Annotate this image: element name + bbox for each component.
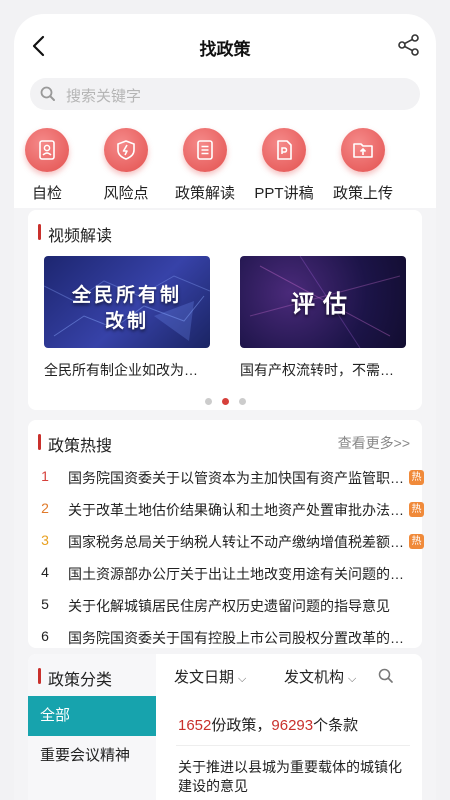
hot-badge: 热 [409,502,424,517]
video-section-title: 视频解读 [38,222,112,246]
policy-count: 1652 [178,717,212,734]
page-title: 找政策 [199,40,251,59]
search-placeholder: 搜索关键字 [66,88,142,105]
video-card[interactable]: 全民所有制 改制 全民所有制企业如改为有限责任公司… [44,256,210,380]
video-thumbnail: 全民所有制 改制 [44,256,210,348]
rank-number: 1 [41,468,49,484]
quick-action-upload[interactable]: 政策上传 [323,128,403,203]
quick-actions: 自检 风险点 政策解读 PPT讲稿 政策上传 [14,120,436,208]
video-thumb-subtitle: 改制 [104,311,149,332]
view-more-link[interactable]: 查看更多>> [338,433,410,453]
share-icon [398,34,419,56]
hot-item-text: 国家税务总局关于纳税人转让不动产缴纳增值税差额扣除有关问题 [68,534,404,550]
video-thumbnail: 评估 [240,256,406,348]
category-title: 政策分类 [38,666,112,690]
filter-agency-label: 发文机构 [284,669,345,686]
video-section: 视频解读 全民所有制 改制 全民所有制企业如改为有限责任公司… [28,210,422,410]
carousel-dot-active[interactable] [221,398,229,405]
document-list-icon [197,140,213,160]
carousel-indicator [28,392,422,410]
policy-stats: 1652份政策，96293个条款 [178,717,359,734]
top-bar: 找政策 [14,14,436,78]
rank-number: 4 [41,564,49,580]
category-item-meetings[interactable]: 重要会议精神 [28,736,156,776]
video-card[interactable]: 评估 国有产权流转时，不需要评估的情况… [240,256,406,380]
video-thumb-title: 评估 [291,291,355,318]
search-icon [378,668,393,683]
id-card-icon [39,140,55,160]
rank-number: 3 [41,532,49,548]
search-input[interactable]: 搜索关键字 [30,78,420,110]
phone-screen: 找政策 搜索关键字 自检 风险点 政策解读 PPT讲稿 政策上传 视频解读 全民… [14,14,436,800]
rank-number: 6 [41,628,49,644]
hot-search-item[interactable]: 1 国务院国资委关于以管资本为主加快国有资产监管职能转变的实施意见 热 [38,468,424,488]
hot-badge: 热 [409,470,424,485]
shield-lightning-icon [117,140,135,160]
rank-number: 5 [41,596,49,612]
divider [176,745,410,746]
hot-item-text: 国土资源部办公厅关于出让土地改变用途有关问题的复函 [68,566,404,582]
hot-search-item[interactable]: 5 关于化解城镇居民住房产权历史遗留问题的指导意见 [38,596,406,616]
chevron-down-icon: ⌵ [348,673,357,685]
search-icon [40,86,55,101]
filter-date[interactable]: 发文日期 ⌵ [174,666,246,687]
category-sidebar: 政策分类 全部 重要会议精神 [28,654,156,800]
hot-badge: 热 [409,534,424,549]
quick-action-self-check[interactable]: 自检 [14,128,87,203]
filter-date-label: 发文日期 [174,669,235,686]
chevron-down-icon: ⌵ [238,673,247,685]
hot-search-item[interactable]: 2 关于改革土地估价结果确认和土地资产处置审批办法的通知 热 [38,500,424,520]
hot-search-item[interactable]: 3 国家税务总局关于纳税人转让不动产缴纳增值税差额扣除有关问题 热 [38,532,424,552]
hot-search-section: 政策热搜 查看更多>> 1 国务院国资委关于以管资本为主加快国有资产监管职能转变… [28,420,424,648]
hot-section-title: 政策热搜 [38,432,112,456]
carousel-dot[interactable] [238,398,246,405]
upload-folder-icon [353,143,373,158]
quick-action-ppt[interactable]: PPT讲稿 [244,128,324,203]
hot-item-text: 关于化解城镇居民住房产权历史遗留问题的指导意见 [68,598,390,614]
ppt-file-icon [277,140,292,160]
category-item-all[interactable]: 全部 [28,696,156,736]
policy-category-section: 政策分类 全部 重要会议精神 发文日期 ⌵ 发文机构 ⌵ 1652份政策，96293… [28,654,422,800]
video-caption: 全民所有制企业如改为有限责任公司… [44,362,210,378]
clause-count: 96293 [271,717,314,734]
search-bar-container: 搜索关键字 [14,78,436,120]
carousel-dot[interactable] [204,398,212,405]
hot-search-item[interactable]: 6 国务院国资委关于国有控股上市公司股权分置改革的指导意见 [38,628,406,648]
filter-agency[interactable]: 发文机构 ⌵ [284,666,356,687]
filter-search-button[interactable] [378,668,394,689]
hot-item-text: 国务院国资委关于国有控股上市公司股权分置改革的指导意见 [68,630,404,646]
share-button[interactable] [396,32,422,58]
hot-item-text: 关于改革土地估价结果确认和土地资产处置审批办法的通知 [68,502,404,518]
hot-item-text: 国务院国资委关于以管资本为主加快国有资产监管职能转变的实施意见 [68,470,404,486]
quick-action-risk[interactable]: 风险点 [86,128,166,203]
quick-action-policy-interpretation[interactable]: 政策解读 [165,128,245,203]
hot-search-item[interactable]: 4 国土资源部办公厅关于出让土地改变用途有关问题的复函 [38,564,406,584]
policy-list-item[interactable]: 关于推进以县城为重要载体的城镇化建设的意见 [178,758,412,796]
rank-number: 2 [41,500,49,516]
video-thumb-title: 全民所有制 [71,285,182,306]
video-caption: 国有产权流转时，不需要评估的情况… [240,362,406,378]
